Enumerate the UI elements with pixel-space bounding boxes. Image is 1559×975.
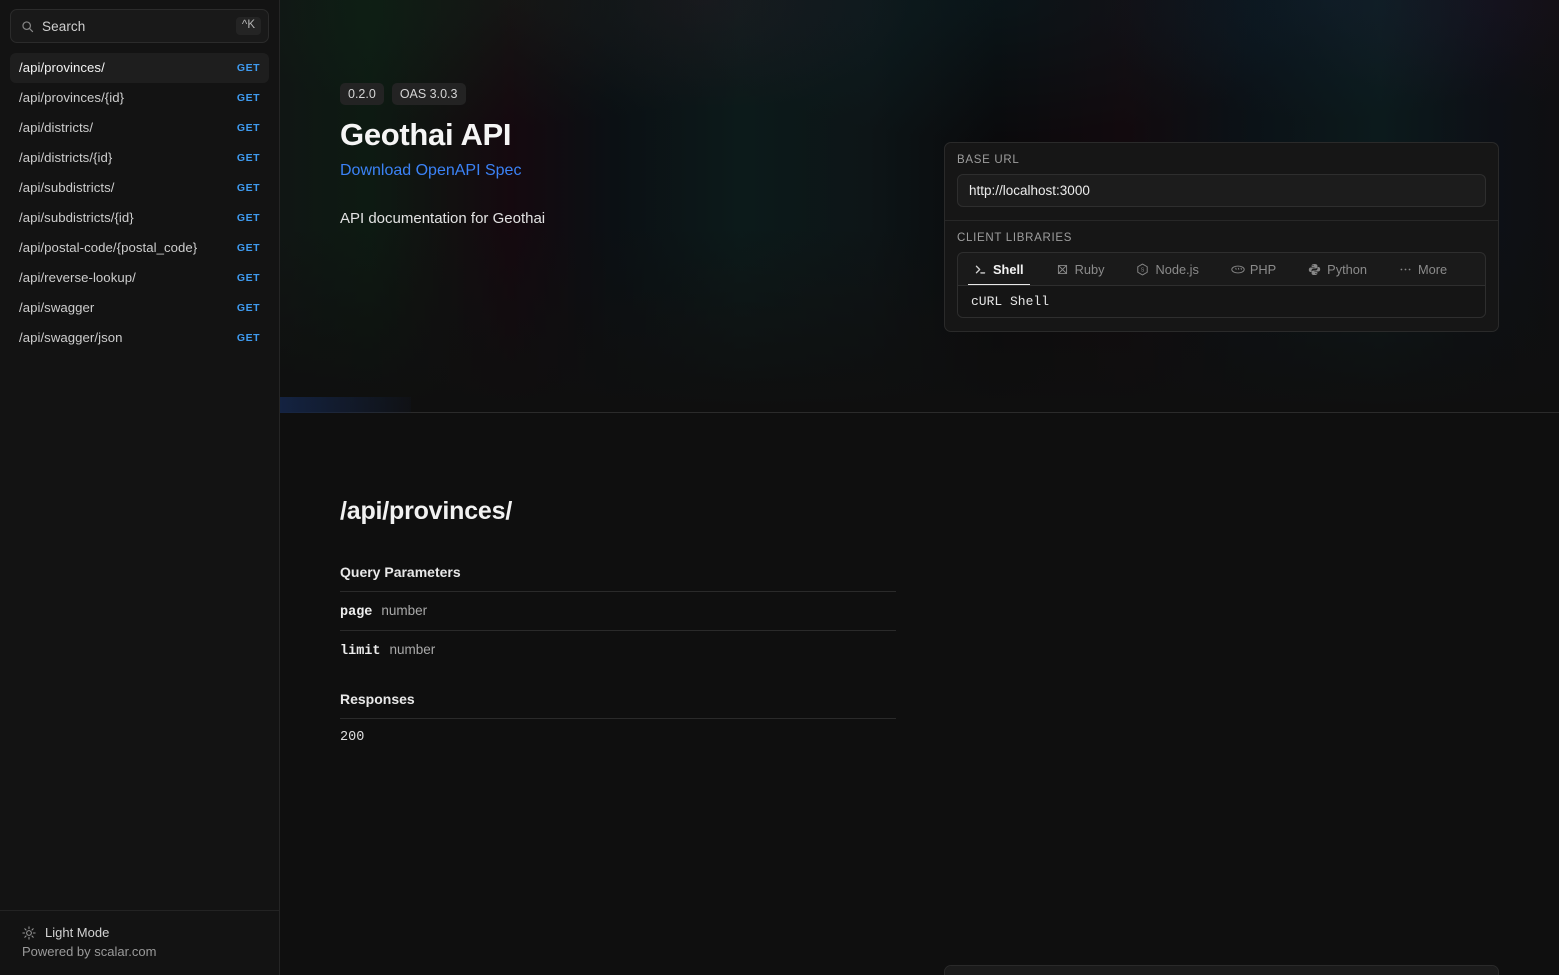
main-content: 0.2.0 OAS 3.0.3 Geothai API Download Ope… xyxy=(280,0,1559,975)
api-version-badge: 0.2.0 xyxy=(340,83,384,105)
sidebar-item-label: /api/districts/{id} xyxy=(19,150,113,165)
sidebar-item-method: GET xyxy=(236,122,260,134)
parameter-name: page xyxy=(340,605,373,620)
powered-by-link[interactable]: Powered by scalar.com xyxy=(22,944,257,959)
ruby-gem-icon xyxy=(1056,263,1069,276)
version-badges: 0.2.0 OAS 3.0.3 xyxy=(340,83,940,105)
tab-label: Shell xyxy=(993,261,1024,277)
nodejs-hexagon-icon: S xyxy=(1136,263,1149,276)
selected-client-label: cURL Shell xyxy=(958,285,1485,317)
tab-python[interactable]: Python xyxy=(1292,253,1383,285)
sidebar-item-method: GET xyxy=(236,212,260,224)
hero-left-column: 0.2.0 OAS 3.0.3 Geothai API Download Ope… xyxy=(340,83,940,227)
download-openapi-spec-link[interactable]: Download OpenAPI Spec xyxy=(340,162,521,180)
tab-php[interactable]: PHP xyxy=(1215,253,1292,285)
parameter-type: number xyxy=(389,642,436,657)
tab-label: Ruby xyxy=(1074,261,1105,277)
tab-label: PHP xyxy=(1249,261,1277,277)
php-elephant-icon xyxy=(1231,263,1245,276)
sidebar-item-api-provinces[interactable]: /api/provinces/ GET xyxy=(10,53,269,83)
operation-section: /api/provinces/ Query Parameters page nu… xyxy=(280,413,1559,975)
sidebar: Search ^K /api/provinces/ GET /api/provi… xyxy=(0,0,280,975)
tab-label: Python xyxy=(1327,261,1368,277)
api-description: API documentation for Geothai xyxy=(340,210,546,227)
sidebar-item-label: /api/swagger xyxy=(19,300,95,315)
hero-divider-accent xyxy=(280,397,411,413)
sidebar-item-api-districts[interactable]: /api/districts/ GET xyxy=(10,113,269,143)
operation-path-heading: /api/provinces/ xyxy=(340,497,513,525)
light-mode-toggle[interactable]: Light Mode xyxy=(22,925,257,940)
parameter-type: number xyxy=(381,603,428,618)
svg-text:S: S xyxy=(1141,267,1145,273)
operation-right-column: GET /api/provinces/ Shell cURL xyxy=(944,965,1499,975)
sun-icon xyxy=(22,925,36,940)
sidebar-item-method: GET xyxy=(236,332,260,344)
search-placeholder: Search xyxy=(42,18,86,34)
light-mode-label: Light Mode xyxy=(45,925,110,940)
tab-label: Node.js xyxy=(1155,261,1199,277)
query-parameters-heading: Query Parameters xyxy=(340,564,461,580)
sidebar-footer: Light Mode Powered by scalar.com xyxy=(0,910,279,975)
sidebar-item-method: GET xyxy=(236,302,260,314)
client-libraries-section: CLIENT LIBRARIES Shell Ruby S Node.js PH… xyxy=(945,220,1498,331)
sidebar-item-label: /api/subdistricts/ xyxy=(19,180,115,195)
response-row[interactable]: 200 xyxy=(340,718,896,755)
search-container: Search ^K xyxy=(0,0,279,43)
sidebar-item-label: /api/postal-code/{postal_code} xyxy=(19,240,198,255)
parameter-row[interactable]: limit number xyxy=(340,630,896,669)
sidebar-item-method: GET xyxy=(236,152,260,164)
ellipsis-icon xyxy=(1399,263,1412,276)
tab-shell[interactable]: Shell xyxy=(958,253,1040,285)
sidebar-item-api-provinces-id[interactable]: /api/provinces/{id} GET xyxy=(10,83,269,113)
client-libraries-panel: Shell Ruby S Node.js PHP Python More cUR… xyxy=(957,252,1486,318)
sidebar-item-api-reverse-lookup[interactable]: /api/reverse-lookup/ GET xyxy=(10,263,269,293)
parameter-name: limit xyxy=(340,644,381,659)
sidebar-item-api-subdistricts[interactable]: /api/subdistricts/ GET xyxy=(10,173,269,203)
api-hero-section: 0.2.0 OAS 3.0.3 Geothai API Download Ope… xyxy=(280,0,1559,413)
sidebar-item-api-swagger-json[interactable]: /api/swagger/json GET xyxy=(10,323,269,353)
client-library-tabs: Shell Ruby S Node.js PHP Python More xyxy=(958,253,1485,285)
oas-version-badge: OAS 3.0.3 xyxy=(391,83,466,105)
sidebar-item-method: GET xyxy=(236,62,260,74)
hero-inner: 0.2.0 OAS 3.0.3 Geothai API Download Ope… xyxy=(280,0,1559,227)
sidebar-item-api-swagger[interactable]: /api/swagger GET xyxy=(10,293,269,323)
search-shortcut-badge: ^K xyxy=(235,17,261,35)
code-example-header: GET /api/provinces/ Shell cURL xyxy=(945,966,1498,975)
code-example-card: GET /api/provinces/ Shell cURL xyxy=(944,965,1499,975)
page-title: Geothai API xyxy=(340,117,512,152)
tab-nodejs[interactable]: S Node.js xyxy=(1120,253,1214,285)
operation-left-column: /api/provinces/ Query Parameters page nu… xyxy=(340,497,896,755)
sidebar-item-method: GET xyxy=(236,92,260,104)
sidebar-item-method: GET xyxy=(236,242,260,254)
sidebar-item-label: /api/provinces/ xyxy=(19,60,105,75)
tab-more[interactable]: More xyxy=(1383,253,1463,285)
client-libraries-label: CLIENT LIBRARIES xyxy=(957,232,1073,244)
sidebar-item-method: GET xyxy=(236,182,260,194)
tab-ruby[interactable]: Ruby xyxy=(1040,253,1121,285)
search-input[interactable]: Search ^K xyxy=(10,9,269,43)
app-root: Search ^K /api/provinces/ GET /api/provi… xyxy=(0,0,1559,975)
parameter-row[interactable]: page number xyxy=(340,591,896,630)
sidebar-item-method: GET xyxy=(236,272,260,284)
sidebar-item-api-postal-code[interactable]: /api/postal-code/{postal_code} GET xyxy=(10,233,269,263)
sidebar-item-label: /api/provinces/{id} xyxy=(19,90,125,105)
sidebar-item-api-subdistricts-id[interactable]: /api/subdistricts/{id} GET xyxy=(10,203,269,233)
sidebar-item-api-districts-id[interactable]: /api/districts/{id} GET xyxy=(10,143,269,173)
sidebar-item-label: /api/subdistricts/{id} xyxy=(19,210,134,225)
shell-prompt-icon xyxy=(974,263,987,276)
tab-label: More xyxy=(1418,261,1448,277)
python-snake-icon xyxy=(1308,263,1321,276)
search-icon xyxy=(21,20,34,33)
responses-heading: Responses xyxy=(340,691,415,707)
sidebar-item-label: /api/swagger/json xyxy=(19,330,123,345)
sidebar-item-label: /api/reverse-lookup/ xyxy=(19,270,136,285)
sidebar-item-label: /api/districts/ xyxy=(19,120,94,135)
endpoint-nav-list: /api/provinces/ GET /api/provinces/{id} … xyxy=(0,53,279,353)
